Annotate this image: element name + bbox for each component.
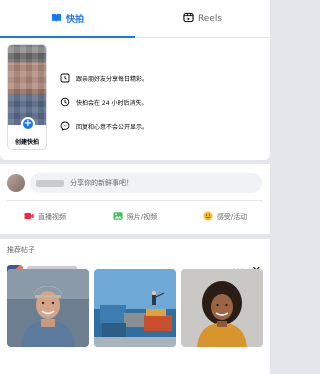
post-photo[interactable] bbox=[181, 269, 263, 347]
composer-actions: 直播视频 照片/视频 感受/活动 bbox=[0, 204, 270, 230]
feature-item: 快拍会在 24 小时后消失。 bbox=[60, 90, 260, 114]
reels-icon bbox=[183, 12, 194, 26]
photo-icon bbox=[113, 211, 123, 223]
post-composer: 分享你的新鲜事吧！ 直播视频 照片/视频 感受/活动 bbox=[0, 164, 270, 234]
shipping-containers-image bbox=[94, 269, 176, 347]
post-photo[interactable] bbox=[94, 269, 176, 347]
man-portrait-image bbox=[7, 269, 89, 347]
user-name-blurred bbox=[36, 179, 64, 187]
feature-item: 跟亲朋好友分享每日精彩。 bbox=[60, 66, 260, 90]
stories-card: 快拍 Reels + 创建快拍 跟亲朋好友分享每日精彩。 快拍会在 24 小时后… bbox=[0, 0, 270, 160]
suggested-posts: 推荐帖子 ··· ✕ bbox=[0, 239, 270, 374]
divider bbox=[7, 200, 263, 201]
feeling-activity-label: 感受/活动 bbox=[216, 213, 248, 221]
live-video-button[interactable]: 直播视频 bbox=[0, 204, 90, 230]
tab-stories[interactable]: 快拍 bbox=[0, 0, 135, 38]
feeling-icon bbox=[203, 211, 213, 223]
timer-icon bbox=[60, 97, 70, 107]
live-video-label: 直播视频 bbox=[38, 213, 66, 221]
photo-video-button[interactable]: 照片/视频 bbox=[90, 204, 180, 230]
avatar[interactable] bbox=[7, 174, 25, 192]
composer-input[interactable]: 分享你的新鲜事吧！ bbox=[30, 173, 262, 193]
feature-text: 回复和心意不会公开显示。 bbox=[76, 123, 149, 131]
tab-reels[interactable]: Reels bbox=[135, 0, 270, 37]
feature-item: 回复和心意不会公开显示。 bbox=[60, 114, 260, 138]
composer-placeholder: 分享你的新鲜事吧！ bbox=[70, 179, 133, 187]
live-video-icon bbox=[24, 211, 34, 223]
create-story-card[interactable]: + 创建快拍 bbox=[7, 44, 47, 150]
section-title: 推荐帖子 bbox=[7, 246, 35, 254]
create-story-label: 创建快拍 bbox=[14, 139, 39, 146]
tab-reels-label: Reels bbox=[197, 13, 223, 24]
tab-stories-label: 快拍 bbox=[65, 15, 84, 25]
profile-photo bbox=[8, 45, 46, 125]
messenger-icon bbox=[60, 121, 70, 131]
feeling-activity-button[interactable]: 感受/活动 bbox=[180, 204, 270, 230]
stories-tabs: 快拍 Reels bbox=[0, 0, 270, 38]
post-photo[interactable] bbox=[7, 269, 89, 347]
woman-portrait-image bbox=[181, 269, 263, 347]
book-icon bbox=[51, 12, 62, 26]
clock-icon bbox=[60, 73, 70, 83]
feature-text: 快拍会在 24 小时后消失。 bbox=[76, 99, 148, 107]
plus-icon: + bbox=[21, 117, 35, 131]
photo-video-label: 照片/视频 bbox=[126, 213, 158, 221]
feature-text: 跟亲朋好友分享每日精彩。 bbox=[76, 75, 149, 83]
story-feature-list: 跟亲朋好友分享每日精彩。 快拍会在 24 小时后消失。 回复和心意不会公开显示。 bbox=[60, 66, 260, 138]
